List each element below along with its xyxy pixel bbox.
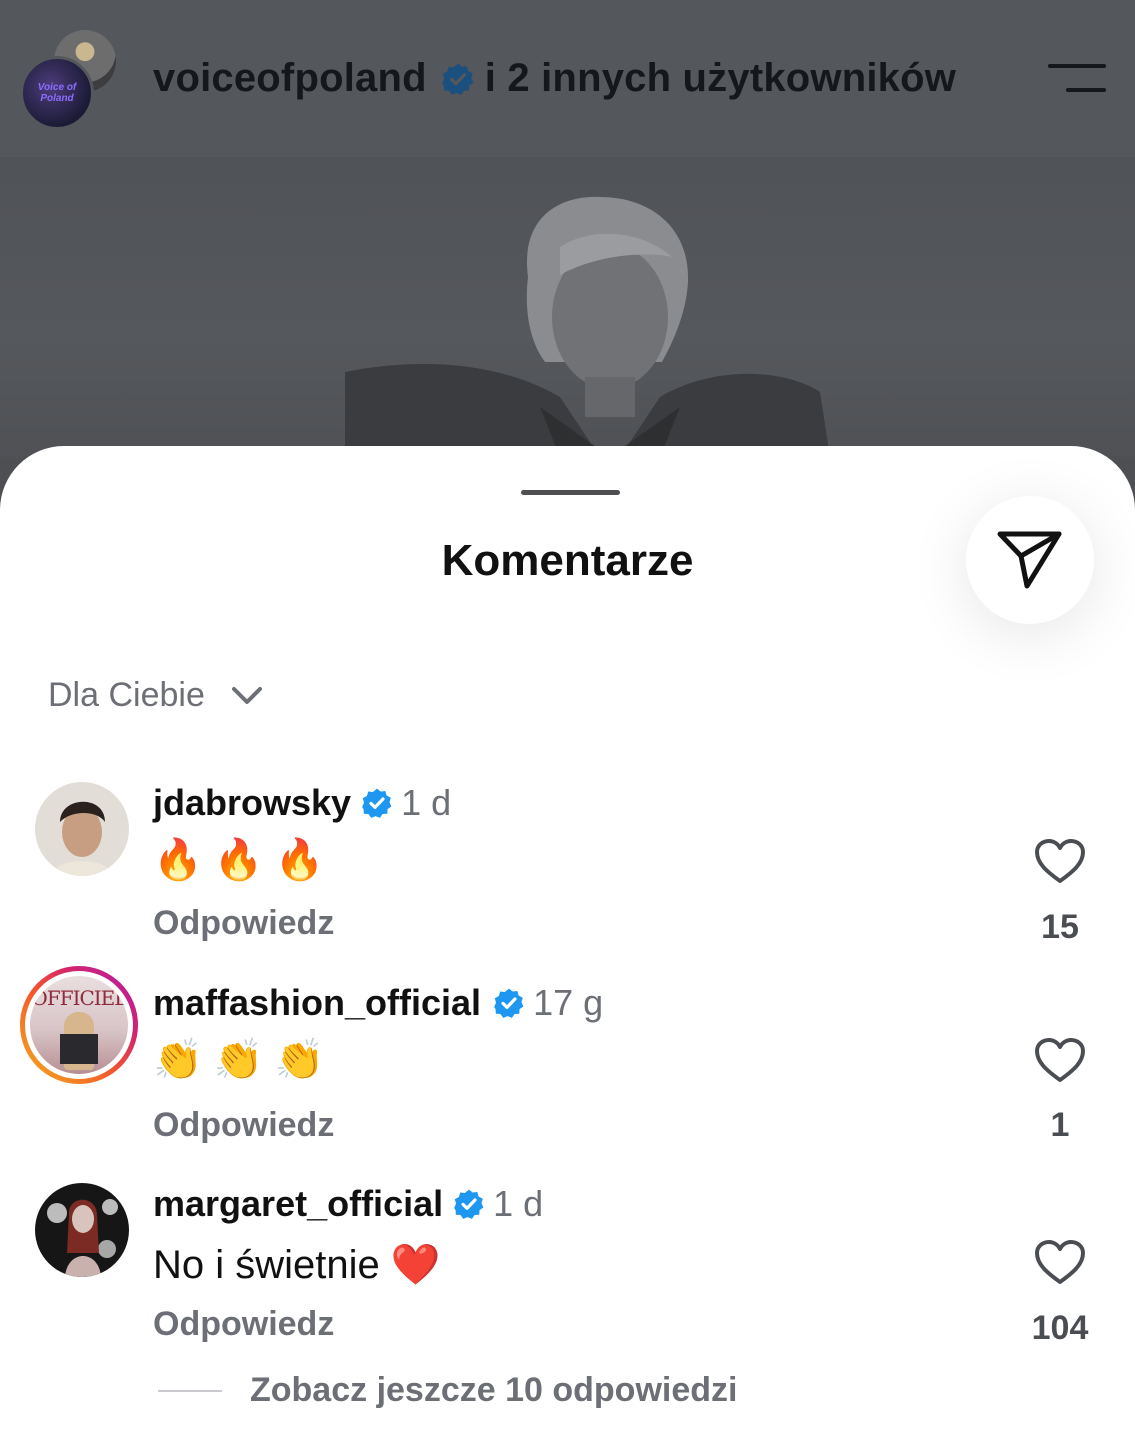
- post-photo: [0, 157, 1135, 457]
- like-count: 104: [1031, 1309, 1089, 1347]
- magazine-logo-text: OFFICIEL: [31, 986, 127, 1010]
- sort-dropdown[interactable]: Dla Ciebie: [48, 676, 263, 715]
- avatar: OFFICIEL: [25, 971, 133, 1079]
- chevron-down-icon: [231, 686, 262, 704]
- comment-item: OFFICIEL maffashion_official 17 g 👏 👏 👏 …: [0, 966, 1135, 1170]
- avatar[interactable]: [35, 782, 129, 876]
- view-more-replies[interactable]: Zobacz jeszcze 10 odpowiedzi: [158, 1371, 737, 1410]
- comment-text: No i świetnie ❤️: [153, 1243, 441, 1287]
- comment-username[interactable]: maffashion_official: [153, 982, 481, 1024]
- sheet-title: Komentarze: [441, 536, 694, 585]
- comment-text: 🔥 🔥 🔥: [153, 838, 325, 882]
- comment-username[interactable]: jdabrowsky: [153, 782, 351, 824]
- post-header: Voice of Poland voiceofpoland i 2 innych…: [0, 0, 1135, 157]
- collaborators-text[interactable]: i 2 innych użytkowników: [485, 56, 956, 101]
- heart-icon[interactable]: [1034, 838, 1086, 884]
- reply-button[interactable]: Odpowiedz: [153, 1106, 334, 1145]
- verified-badge-icon: [453, 1188, 485, 1220]
- avatar-logo-text: Voice of Poland: [37, 82, 77, 104]
- verified-badge-icon: [361, 787, 393, 819]
- share-send-icon: [997, 531, 1062, 589]
- verified-badge-icon: [493, 987, 525, 1019]
- comment-item: margaret_official 1 d No i świetnie ❤️ O…: [0, 1181, 1135, 1371]
- like-count: 15: [1041, 908, 1079, 946]
- collab-avatar-primary: Voice of Poland: [20, 56, 94, 130]
- comment-time: 1 d: [493, 1183, 544, 1224]
- avatar-story-ring[interactable]: OFFICIEL: [20, 966, 138, 1084]
- reply-button[interactable]: Odpowiedz: [153, 1305, 334, 1344]
- comment-time: 17 g: [533, 982, 604, 1023]
- comment-text: 👏 👏 👏: [153, 1038, 325, 1082]
- share-button[interactable]: [966, 496, 1094, 624]
- comment-username[interactable]: margaret_official: [153, 1183, 443, 1225]
- view-more-replies-label: Zobacz jeszcze 10 odpowiedzi: [250, 1371, 738, 1409]
- collab-avatars[interactable]: Voice of Poland: [20, 30, 116, 130]
- sheet-drag-handle[interactable]: [521, 490, 620, 495]
- heart-icon[interactable]: [1034, 1037, 1086, 1083]
- woman-portrait-image: [345, 196, 830, 457]
- verified-badge-icon: [441, 62, 475, 96]
- like-count: 1: [1050, 1106, 1070, 1144]
- menu-icon[interactable]: [1046, 62, 1106, 94]
- heart-icon[interactable]: [1034, 1239, 1086, 1285]
- replies-divider: [158, 1389, 222, 1392]
- comments-sheet: Komentarze Dla Ciebie jdabrowsky 1 d 🔥 🔥…: [0, 446, 1135, 1439]
- author-username[interactable]: voiceofpoland: [153, 56, 427, 101]
- reply-button[interactable]: Odpowiedz: [153, 904, 334, 943]
- avatar[interactable]: [35, 1183, 129, 1277]
- comment-time: 1 d: [401, 782, 452, 823]
- comment-item: jdabrowsky 1 d 🔥 🔥 🔥 Odpowiedz 15: [0, 780, 1135, 970]
- post-author-title[interactable]: voiceofpoland i 2 innych użytkowników: [153, 56, 956, 101]
- sort-label: Dla Ciebie: [48, 676, 205, 714]
